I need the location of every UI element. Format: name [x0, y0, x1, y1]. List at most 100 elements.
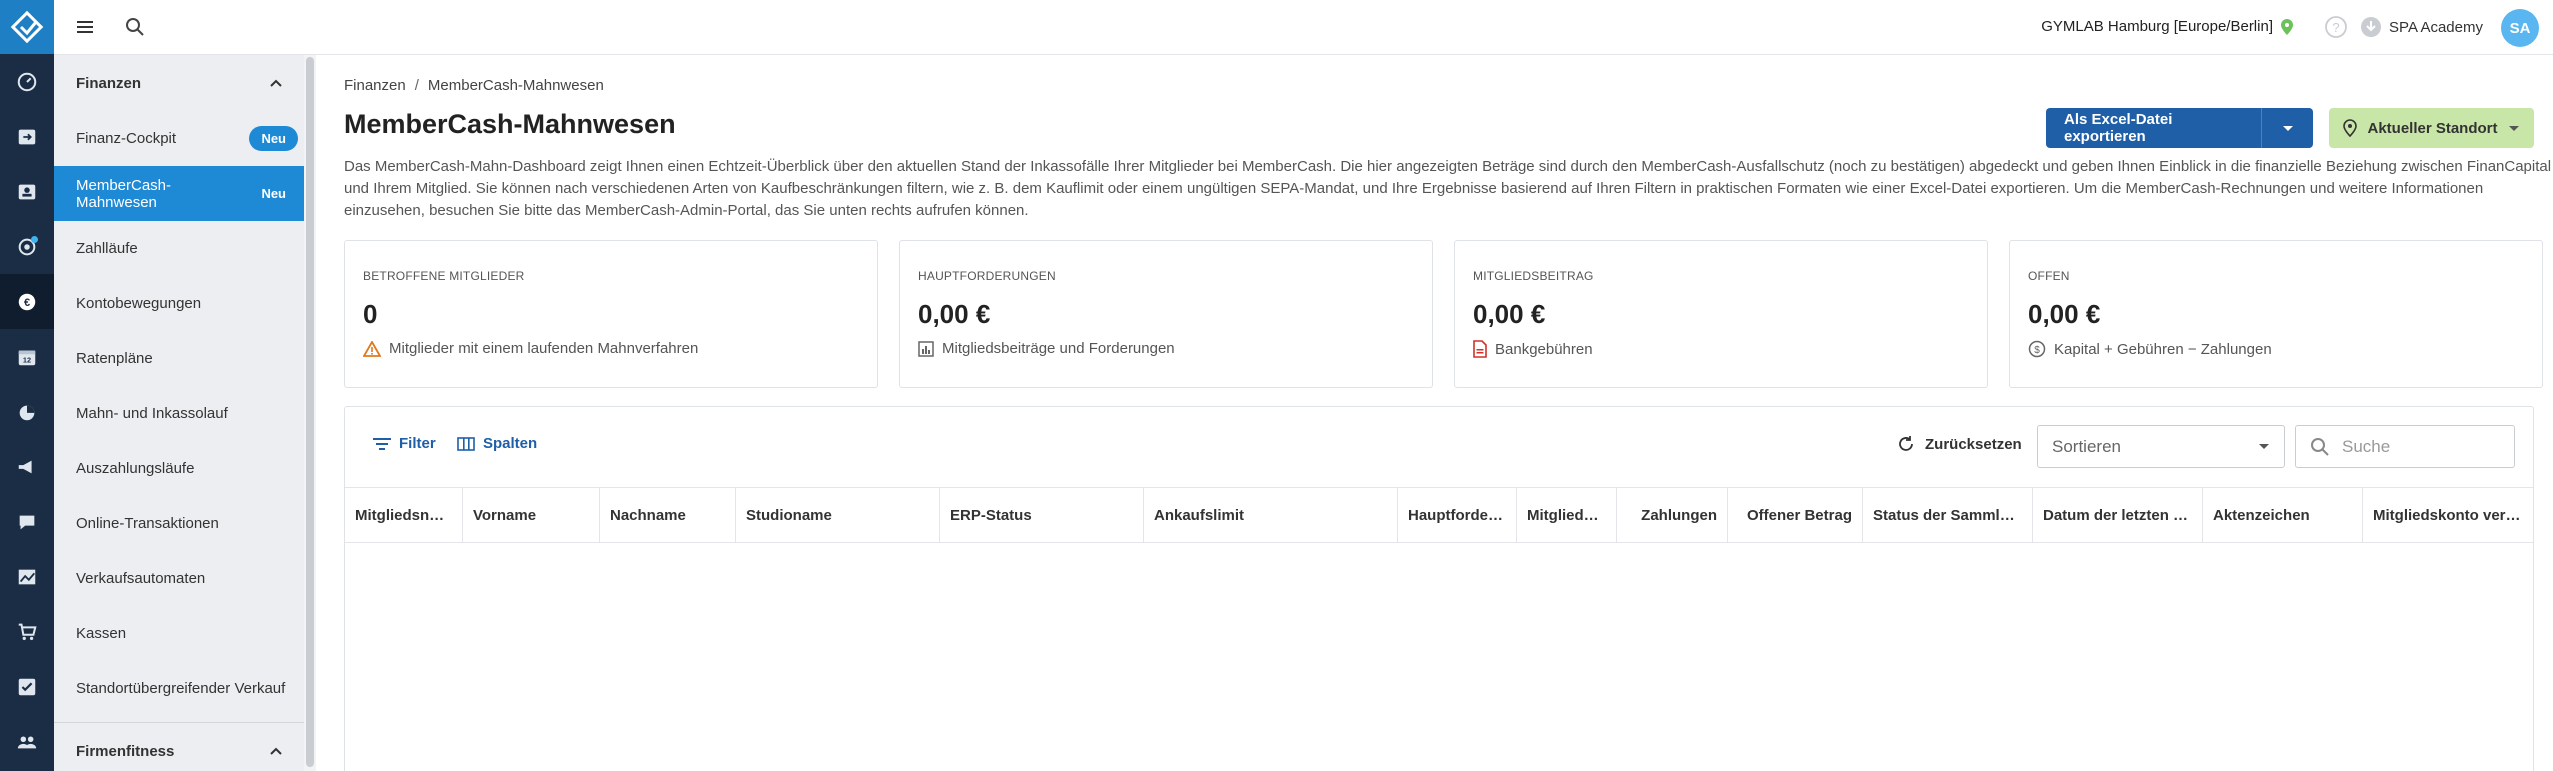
location-filter-button[interactable]: Aktueller Standort	[2329, 108, 2534, 148]
submenu-item-label: Verkaufsautomaten	[76, 570, 206, 587]
search-input[interactable]	[2342, 436, 2492, 457]
column-header[interactable]: Datum der letzten …	[2033, 488, 2203, 542]
kpi-value: 0,00 €	[918, 299, 991, 329]
column-header[interactable]: Studioname	[736, 488, 940, 542]
caret-down-icon	[2282, 125, 2293, 131]
data-table-panel: Filter Spalten Zurücksetzen Sortieren Mi…	[344, 406, 2534, 771]
caret-down-icon	[2509, 125, 2519, 131]
studio-selector[interactable]: GYMLAB Hamburg [Europe/Berlin]	[2041, 18, 2293, 35]
filter-button[interactable]: Filter	[373, 435, 436, 452]
column-header[interactable]: ERP-Status	[940, 488, 1144, 542]
rail-analytics[interactable]	[0, 549, 54, 604]
export-dropdown-button[interactable]	[2261, 108, 2313, 148]
kpi-subtitle-text: Mitglieder mit einem laufenden Mahnverfa…	[389, 340, 699, 357]
kpi-subtitle: $ Kapital + Gebühren − Zahlungen	[2028, 340, 2272, 358]
search-icon[interactable]	[122, 14, 148, 40]
svg-text:12: 12	[23, 355, 31, 364]
rail-tasks[interactable]	[0, 659, 54, 714]
breadcrumb: Finanzen / MemberCash-Mahnwesen	[344, 77, 604, 94]
column-header[interactable]: Status der Sammlu…	[1863, 488, 2033, 542]
submenu-item-label: Online-Transaktionen	[76, 515, 219, 532]
submenu-item-mahn-inkassolauf[interactable]: Mahn- und Inkassolauf	[54, 386, 304, 441]
table-header: Mitgliedsnu… Vorname Nachname Studioname…	[345, 487, 2533, 543]
calendar-icon: 12	[18, 350, 36, 365]
rail-finance[interactable]: €	[0, 274, 54, 329]
submenu-item-kassen[interactable]: Kassen	[54, 606, 304, 661]
location-filter-label: Aktueller Standort	[2367, 119, 2498, 137]
section-corporate-label: Firmenfitness	[76, 742, 175, 760]
submenu-scrollbar[interactable]	[304, 55, 316, 771]
submenu-item-ratenplaene[interactable]: Ratenpläne	[54, 331, 304, 386]
submenu-item-online-transaktionen[interactable]: Online-Transaktionen	[54, 496, 304, 551]
columns-button[interactable]: Spalten	[457, 435, 537, 452]
kpi-subtitle: Mitgliedsbeiträge und Forderungen	[918, 340, 1175, 357]
icon-rail: € 12	[0, 0, 54, 771]
coin-icon: $	[2028, 340, 2046, 358]
svg-text:$: $	[2034, 345, 2040, 356]
search-field[interactable]	[2295, 425, 2515, 468]
rail-announcements[interactable]	[0, 439, 54, 494]
chart-icon	[918, 340, 934, 357]
reset-button[interactable]: Zurücksetzen	[1897, 435, 2022, 453]
new-badge: Neu	[249, 126, 298, 151]
caret-down-icon	[2259, 444, 2269, 449]
shop-icon	[18, 623, 37, 640]
column-header[interactable]: Vorname	[463, 488, 600, 542]
finance-icon: €	[18, 293, 36, 310]
pdf-document-icon	[1473, 340, 1487, 358]
rail-shop[interactable]	[0, 604, 54, 659]
rail-dashboard[interactable]	[0, 54, 54, 109]
submenu-item-standortuebergreifend[interactable]: Standortübergreifender Verkauf	[54, 661, 304, 716]
menu-icon[interactable]	[72, 14, 98, 40]
section-finance-header[interactable]: Finanzen	[54, 55, 304, 111]
scrollbar-thumb[interactable]	[306, 57, 314, 767]
sort-select[interactable]: Sortieren	[2037, 425, 2285, 468]
kpi-label: MITGLIEDSBEITRAG	[1473, 269, 1594, 283]
page-description: Das MemberCash-Mahn-Dashboard zeigt Ihne…	[344, 158, 2552, 219]
rail-calendar[interactable]: 12	[0, 329, 54, 384]
rail-marketing[interactable]	[0, 219, 54, 274]
submenu-item-label: Auszahlungsläufe	[76, 460, 195, 477]
column-header[interactable]: Aktenzeichen	[2203, 488, 2363, 542]
column-header[interactable]: Mitgliedskonto ver…	[2363, 488, 2533, 542]
warning-icon	[363, 340, 381, 357]
search-icon	[2311, 437, 2329, 456]
avatar[interactable]: SA	[2501, 9, 2539, 47]
rail-reports[interactable]	[0, 384, 54, 439]
rail-checkin[interactable]	[0, 109, 54, 164]
submenu-item-auszahlungslaeufe[interactable]: Auszahlungsläufe	[54, 441, 304, 496]
section-finance-label: Finanzen	[76, 74, 142, 92]
submenu-item-membercash-mahnwesen[interactable]: MemberCash-Mahnwesen Neu	[54, 166, 304, 221]
notification-dot	[31, 236, 38, 243]
kpi-card-open: OFFEN 0,00 € $ Kapital + Gebühren − Zahl…	[2009, 240, 2543, 388]
column-header[interactable]: Nachname	[600, 488, 736, 542]
column-header[interactable]: Zahlungen	[1617, 488, 1728, 542]
submenu-item-finanz-cockpit[interactable]: Finanz-Cockpit Neu	[54, 111, 304, 166]
groups-icon	[17, 736, 37, 748]
submenu-item-zahllaeufe[interactable]: Zahlläufe	[54, 221, 304, 276]
analytics-icon	[18, 569, 36, 584]
kpi-value: 0,00 €	[1473, 299, 1546, 329]
breadcrumb-root[interactable]: Finanzen	[344, 77, 406, 94]
rail-chat[interactable]	[0, 494, 54, 549]
column-header[interactable]: Offener Betrag	[1728, 488, 1863, 542]
export-excel-button[interactable]: Als Excel-Datei exportieren	[2046, 108, 2261, 148]
section-corporate-header[interactable]: Firmenfitness	[54, 723, 304, 771]
submenu-item-label: Standortübergreifender Verkauf	[76, 680, 286, 697]
submenu-item-kontobewegungen[interactable]: Kontobewegungen	[54, 276, 304, 331]
help-icon[interactable]: ?	[2324, 15, 2348, 44]
kpi-subtitle: Bankgebühren	[1473, 340, 1593, 358]
rail-members[interactable]	[0, 164, 54, 219]
submenu-item-verkaufsautomaten[interactable]: Verkaufsautomaten	[54, 551, 304, 606]
kpi-value: 0,00 €	[2028, 299, 2101, 329]
column-header[interactable]: Mitgliedsnu…	[345, 488, 463, 542]
column-header[interactable]: Mitglieds…	[1517, 488, 1617, 542]
rail-groups[interactable]	[0, 714, 54, 769]
column-header[interactable]: Hauptforder…	[1398, 488, 1517, 542]
download-icon[interactable]	[2359, 15, 2383, 44]
account-name[interactable]: SPA Academy	[2389, 19, 2483, 36]
submenu-item-label: Mahn- und Inkassolauf	[76, 405, 228, 422]
kpi-card-main-claims: HAUPTFORDERUNGEN 0,00 € Mitgliedsbeiträg…	[899, 240, 1433, 388]
app-logo[interactable]	[0, 0, 54, 54]
column-header[interactable]: Ankaufslimit	[1144, 488, 1398, 542]
